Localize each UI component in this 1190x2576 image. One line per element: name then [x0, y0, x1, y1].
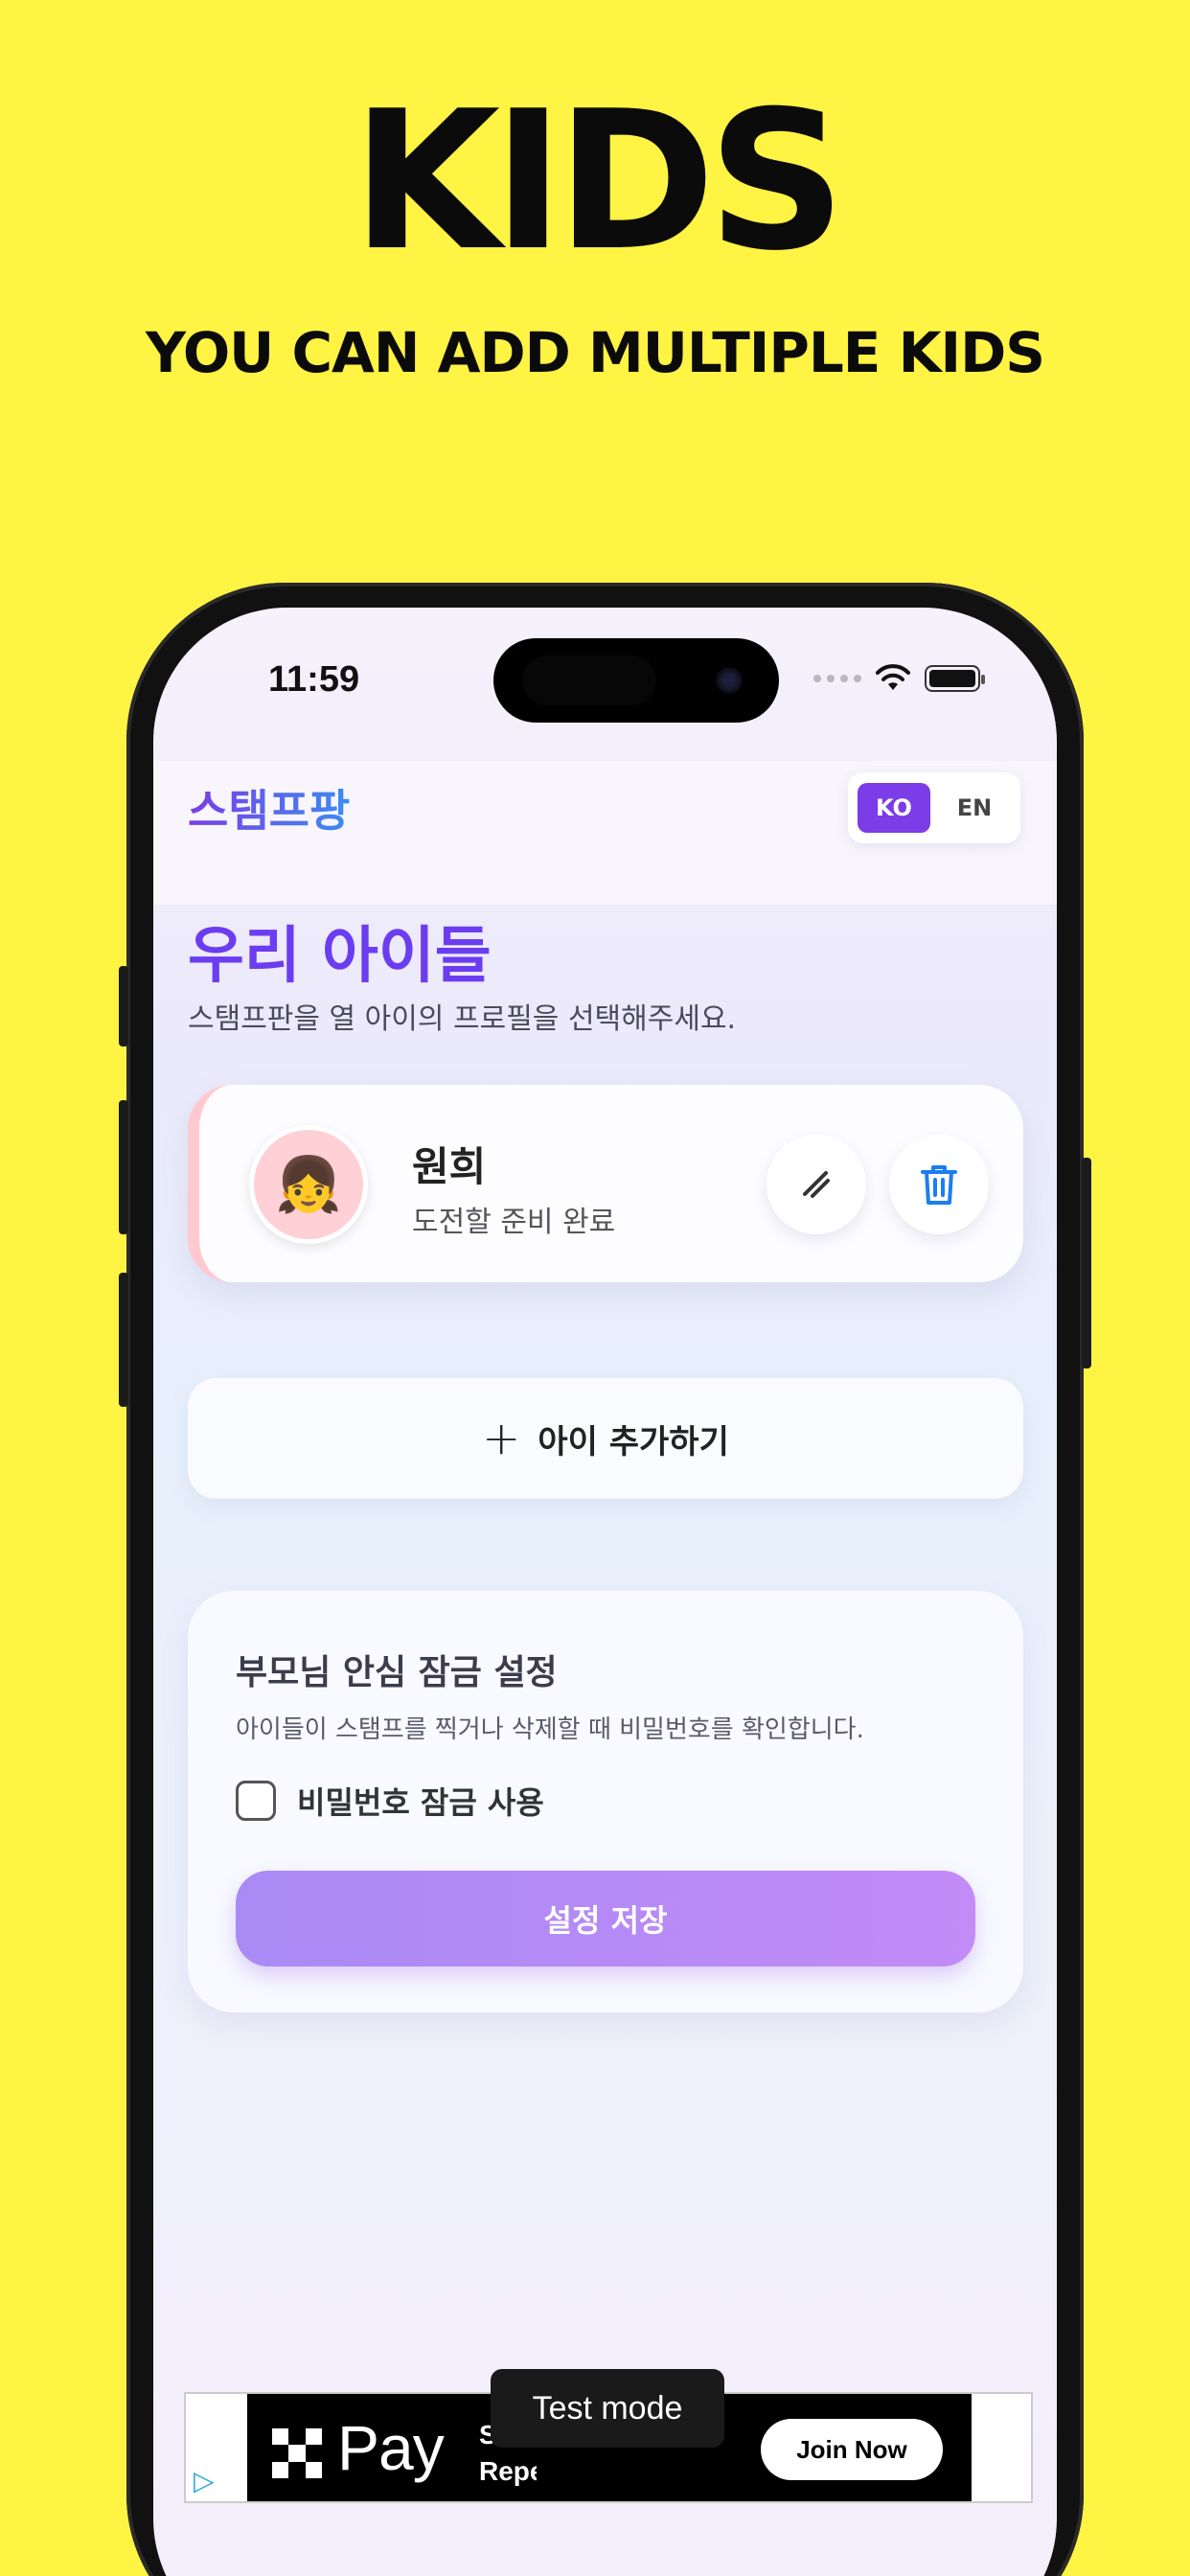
trash-icon: [921, 1165, 957, 1205]
battery-icon: [925, 665, 985, 692]
add-kid-button[interactable]: + 아이 추가하기: [188, 1378, 1023, 1499]
phone-frame: 11:59 스탬프팡 KO EN 우리 아이들 스탬프판을 열 아이의 프로필을…: [119, 583, 1091, 2576]
app-brand: 스탬프팡: [188, 776, 350, 840]
kid-card[interactable]: 👧 원희 도전할 준비 완료: [188, 1085, 1023, 1282]
language-toggle: KO EN: [848, 772, 1020, 843]
edit-kid-button[interactable]: [767, 1135, 866, 1234]
lang-en-button[interactable]: EN: [938, 783, 1011, 833]
plus-icon: +: [482, 1412, 521, 1465]
parent-lock-card: 부모님 안심 잠금 설정 아이들이 스탬프를 찍거나 삭제할 때 비밀번호를 확…: [188, 1591, 1023, 2012]
phone-power-button: [1082, 1158, 1091, 1368]
status-time: 11:59: [268, 659, 360, 700]
wifi-icon: [876, 664, 910, 690]
kid-avatar: 👧: [249, 1125, 368, 1244]
ad-choices-icon[interactable]: ▷: [194, 2467, 232, 2496]
kid-name: 원희: [412, 1143, 487, 1190]
save-settings-button[interactable]: 설정 저장: [236, 1871, 975, 1966]
ad-brand: Pay: [337, 2412, 445, 2483]
marketing-subheadline: YOU CAN ADD MULTIPLE KIDS: [145, 320, 1045, 385]
password-lock-label: 비밀번호 잠금 사용: [297, 1784, 544, 1821]
dynamic-island: [493, 638, 779, 723]
add-kid-label: 아이 추가하기: [538, 1422, 729, 1461]
password-lock-toggle[interactable]: 비밀번호 잠금 사용: [236, 1779, 544, 1823]
password-lock-checkbox[interactable]: [236, 1781, 276, 1821]
page-title: 우리 아이들: [188, 921, 492, 992]
phone-volume-up-button: [119, 1100, 128, 1234]
phone-screen: 11:59 스탬프팡 KO EN 우리 아이들 스탬프판을 열 아이의 프로필을…: [153, 608, 1057, 2576]
phone-action-button: [119, 966, 128, 1046]
edit-icon: [803, 1171, 830, 1198]
lang-ko-button[interactable]: KO: [858, 783, 930, 833]
parent-lock-title: 부모님 안심 잠금 설정: [236, 1653, 558, 1692]
test-mode-label: Test mode: [491, 2369, 724, 2448]
page-subtitle: 스탬프판을 열 아이의 프로필을 선택해주세요.: [188, 1002, 737, 1036]
status-icons: [813, 661, 985, 696]
kid-status: 도전할 준비 완료: [412, 1206, 616, 1239]
ad-join-button[interactable]: Join Now: [761, 2419, 943, 2480]
island-sensor: [522, 656, 656, 705]
parent-lock-description: 아이들이 스탬프를 찍거나 삭제할 때 비밀번호를 확인합니다.: [236, 1715, 864, 1744]
marketing-headline: KIDS: [352, 70, 845, 293]
camera-lens: [716, 667, 743, 694]
phone-volume-down-button: [119, 1273, 128, 1407]
delete-kid-button[interactable]: [889, 1135, 989, 1234]
ad-logo-icon: [272, 2428, 322, 2478]
signal-dots-icon: [813, 675, 861, 682]
